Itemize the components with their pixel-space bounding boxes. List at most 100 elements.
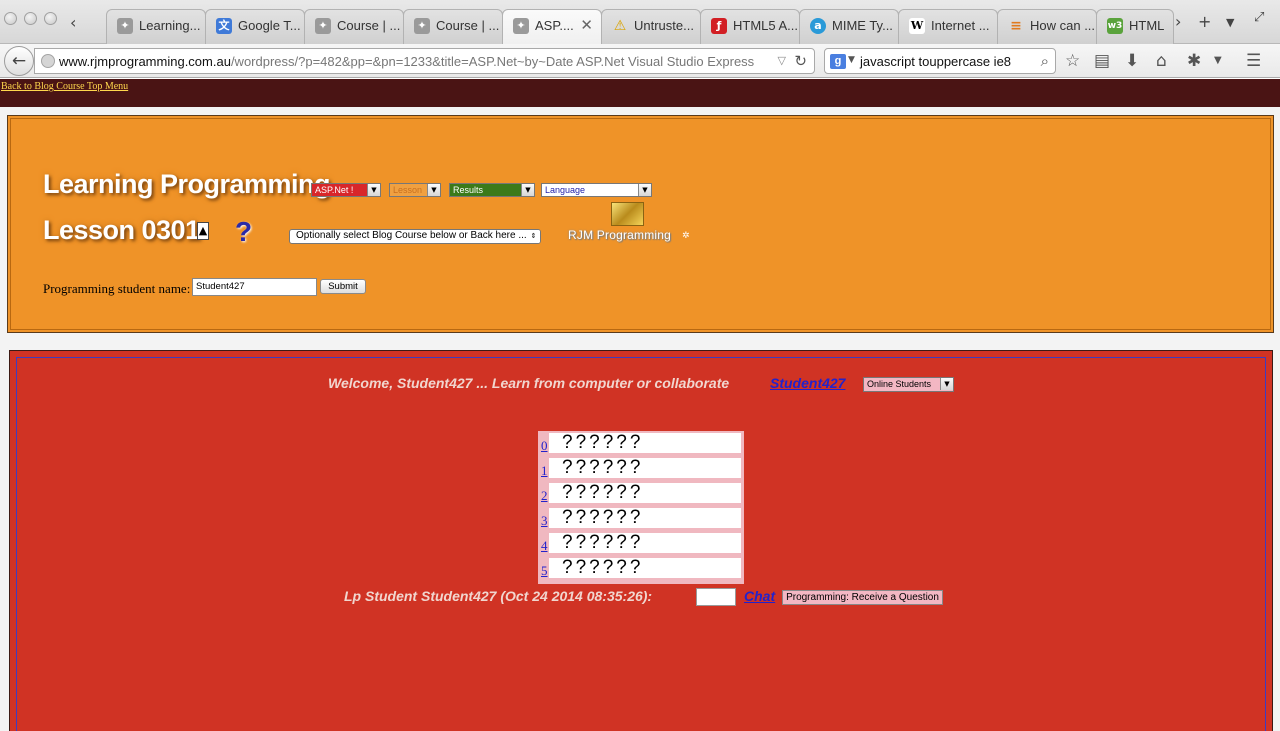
chevron-down-icon: ▼ (940, 378, 953, 390)
tab-11[interactable]: w3 HTML (1096, 9, 1174, 44)
flash-icon: ƒ (711, 18, 727, 34)
question-cell: ?????? (549, 482, 741, 503)
search-engine-chevron-icon[interactable]: ▼ (848, 55, 855, 65)
tab-1[interactable]: ✦ Learning... (106, 9, 206, 44)
tab-4[interactable]: ✦ Course | ... (403, 9, 503, 44)
question-cell: ?????? (549, 557, 741, 578)
table-row: 0 ?????? (538, 431, 744, 456)
address-bar[interactable]: www.rjmprogramming.com.au/wordpress/?p=4… (34, 48, 815, 74)
results-select[interactable]: Results ▼ (449, 183, 535, 197)
question-cell: ?????? (549, 507, 741, 528)
online-students-select[interactable]: Online Students ▼ (863, 377, 954, 392)
receive-question-button[interactable]: Programming: Receive a Question (782, 590, 943, 605)
chat-input[interactable] (696, 588, 736, 606)
question-cell: ?????? (549, 532, 741, 553)
question-link[interactable]: 2 (541, 488, 548, 504)
search-bar[interactable]: g ▼ javascript touppercase ie8 ⌕ (824, 48, 1056, 74)
new-tab-icon[interactable]: + (1198, 12, 1211, 31)
tab-close-icon[interactable]: ✕ (580, 16, 593, 34)
warning-icon: ⚠ (613, 18, 627, 34)
question-link[interactable]: 3 (541, 513, 548, 529)
tab-2[interactable]: 文 Google T... (205, 9, 305, 44)
addon-icon[interactable]: ✱ (1187, 51, 1201, 71)
rjm-favicon-icon: ✦ (315, 18, 331, 34)
welcome-text: Welcome, Student427 ... Learn from compu… (328, 375, 730, 391)
rjm-favicon-icon: ✦ (513, 18, 529, 34)
rjm-logo-image[interactable] (611, 202, 644, 226)
google-translate-icon: 文 (216, 18, 232, 34)
question-link[interactable]: 1 (541, 463, 548, 479)
url-text[interactable]: www.rjmprogramming.com.au/wordpress/?p=4… (59, 54, 779, 69)
chevron-down-icon: ▼ (367, 184, 380, 196)
chevron-down-icon: ▼ (521, 184, 534, 196)
lesson-up-arrow-icon[interactable]: ▲ (197, 222, 209, 240)
rjm-favicon-icon: ✦ (414, 18, 430, 34)
question-cell: ?????? (549, 432, 741, 453)
table-row: 1 ?????? (538, 456, 744, 481)
question-link[interactable]: 4 (541, 538, 548, 554)
stackoverflow-icon: ≡ (1010, 18, 1022, 34)
browser-toolbar: ← www.rjmprogramming.com.au/wordpress/?p… (0, 44, 1280, 78)
question-link[interactable]: 5 (541, 563, 548, 579)
addon-chevron-icon[interactable]: ▼ (1214, 55, 1222, 66)
student-link[interactable]: Student427 (770, 375, 845, 391)
header-panel: Learning Programming Lesson 0301 ▲ ? ASP… (7, 115, 1274, 333)
table-row: 3 ?????? (538, 506, 744, 531)
tab-scroll-left-icon[interactable]: ‹ (70, 13, 76, 32)
tab-10[interactable]: ≡ How can ... (997, 9, 1097, 44)
downloads-icon[interactable]: ⬇ (1125, 51, 1139, 71)
answers-icon: a (810, 18, 826, 34)
language-select[interactable]: Language ▼ (541, 183, 652, 197)
menu-icon[interactable]: ☰ (1246, 51, 1261, 71)
table-row: 2 ?????? (538, 481, 744, 506)
tab-scroll-right-icon[interactable]: › (1175, 12, 1181, 31)
tab-7[interactable]: ƒ HTML5 A... (700, 9, 800, 44)
tab-6[interactable]: ⚠ Untruste... (601, 9, 701, 44)
table-row: 5 ?????? (538, 556, 744, 581)
question-link[interactable]: 0 (541, 438, 548, 454)
chevron-down-icon: ▼ (427, 184, 440, 196)
lp-student-text: Lp Student Student427 (Oct 24 2014 08:35… (344, 588, 653, 604)
asp-select[interactable]: ASP.Net ! ▼ (311, 183, 381, 197)
tab-list-chevron-icon[interactable]: ▼ (1226, 16, 1234, 29)
chat-link[interactable]: Chat (744, 588, 775, 604)
gear-icon: ✲ (682, 231, 690, 241)
table-row: 4 ?????? (538, 531, 744, 556)
submit-button[interactable]: Submit (320, 279, 366, 294)
help-question-icon[interactable]: ? (235, 216, 252, 248)
wikipedia-icon: W (909, 18, 925, 34)
site-title: Learning Programming (43, 169, 331, 199)
lesson-title: Lesson 0301 (43, 215, 200, 245)
bookmark-star-icon[interactable]: ☆ (1065, 51, 1080, 71)
tab-9[interactable]: W Internet ... (898, 9, 998, 44)
question-table: 0 ?????? 1 ?????? 2 ?????? 3 ?????? 4 ??… (538, 431, 744, 584)
reload-icon[interactable]: ↻ (794, 52, 807, 70)
fullscreen-icon[interactable]: ⤢ (1254, 10, 1264, 25)
url-history-chevron-icon[interactable]: ▽ (778, 54, 786, 67)
window-minimize-button[interactable] (24, 12, 37, 25)
home-icon[interactable]: ⌂ (1156, 51, 1167, 71)
tab-3[interactable]: ✦ Course | ... (304, 9, 404, 44)
browser-tab-strip: ‹ ✦ Learning... 文 Google T... ✦ Course |… (0, 0, 1280, 44)
tab-8[interactable]: a MIME Ty... (799, 9, 899, 44)
window-close-button[interactable] (4, 12, 17, 25)
w3schools-icon: w3 (1107, 18, 1123, 34)
page-content: Back to Blog Course Top Menu Learning Pr… (0, 79, 1280, 731)
window-zoom-button[interactable] (44, 12, 57, 25)
search-input[interactable]: javascript touppercase ie8 (860, 54, 1011, 69)
chevron-down-icon: ▼ (638, 184, 651, 196)
blog-course-select[interactable]: Optionally select Blog Course below or B… (289, 229, 541, 244)
rjm-logo-text[interactable]: RJM Programming (568, 228, 671, 242)
search-icon[interactable]: ⌕ (1041, 52, 1049, 70)
chevron-updown-icon: ⇕ (527, 230, 540, 243)
back-to-blog-link[interactable]: Back to Blog Course Top Menu (1, 81, 128, 92)
reading-list-icon[interactable]: ▤ (1094, 51, 1110, 71)
back-button[interactable]: ← (4, 46, 34, 76)
question-cell: ?????? (549, 457, 741, 478)
google-search-engine-icon[interactable]: g (830, 54, 846, 69)
globe-icon (41, 54, 55, 68)
lesson-select[interactable]: Lesson ▼ (389, 183, 441, 197)
top-strip: Back to Blog Course Top Menu (0, 79, 1280, 107)
student-name-input[interactable]: Student427 (192, 278, 317, 296)
tab-active[interactable]: ✦ ASP.... ✕ (502, 9, 602, 44)
